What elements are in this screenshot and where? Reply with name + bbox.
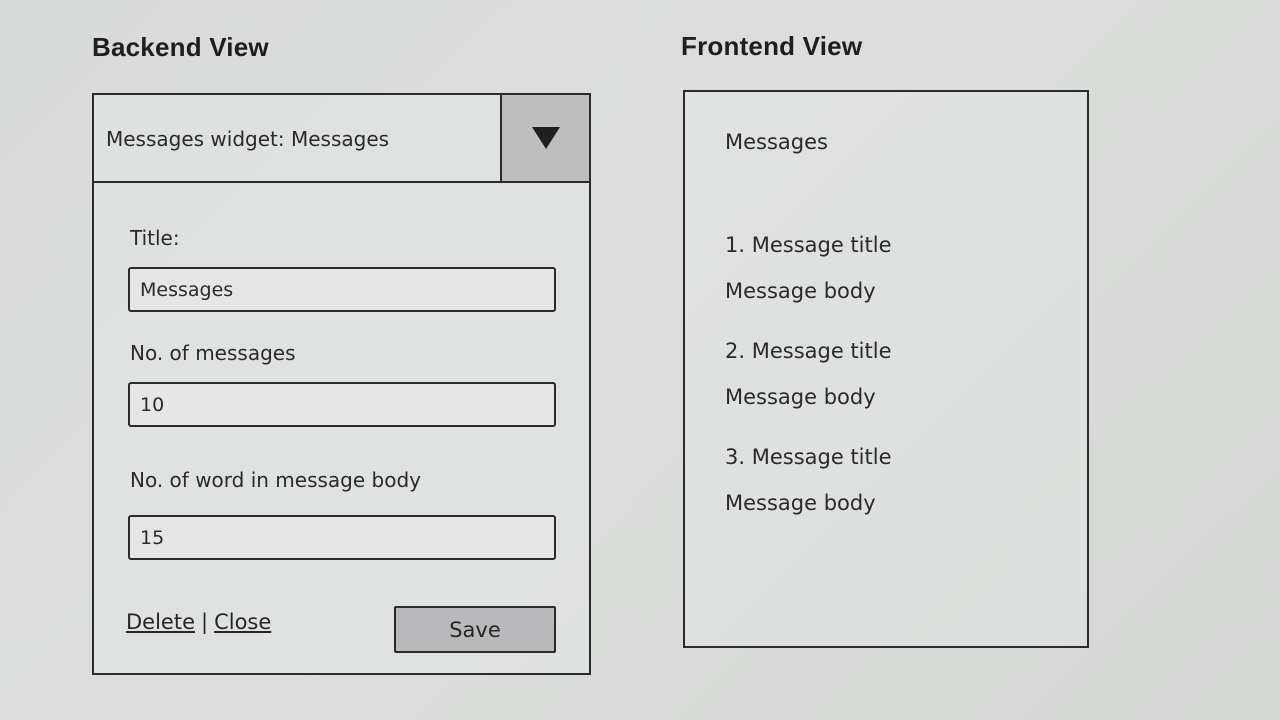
message-item: 2. Message title Message body [725, 339, 1055, 409]
message-count-input[interactable] [128, 382, 556, 427]
message-title: 3. Message title [725, 445, 892, 469]
title-input[interactable] [128, 267, 556, 312]
widget-header-title: Messages widget: Messages [106, 127, 390, 151]
triangle-down-icon [531, 127, 560, 149]
message-body: Message body [725, 279, 876, 303]
backend-view-heading: Backend View [92, 32, 269, 62]
word-count-label: No. of word in message body [130, 468, 422, 492]
message-title: 1. Message title [725, 233, 892, 257]
message-item: 1. Message title Message body [725, 233, 1055, 303]
save-button[interactable]: Save [394, 606, 556, 653]
frontend-preview-panel: Messages 1. Message title Message body 2… [683, 90, 1089, 648]
widget-dropdown-button[interactable] [500, 95, 589, 181]
widget-header[interactable]: Messages widget: Messages [94, 95, 589, 183]
message-body: Message body [725, 491, 876, 515]
title-field-label: Title: [130, 226, 180, 250]
word-count-input[interactable] [128, 515, 556, 560]
message-count-label: No. of messages [130, 341, 296, 365]
message-item: 3. Message title Message body [725, 445, 1055, 515]
action-links: Delete | Close [126, 610, 271, 634]
message-title: 2. Message title [725, 339, 892, 363]
message-body: Message body [725, 385, 876, 409]
delete-link[interactable]: Delete [126, 610, 195, 634]
frontend-widget-title: Messages [725, 130, 828, 154]
close-link[interactable]: Close [214, 610, 271, 634]
frontend-view-heading: Frontend View [681, 31, 863, 61]
link-separator: | [201, 610, 209, 634]
backend-widget-panel: Messages widget: Messages Title: No. of … [92, 93, 591, 675]
